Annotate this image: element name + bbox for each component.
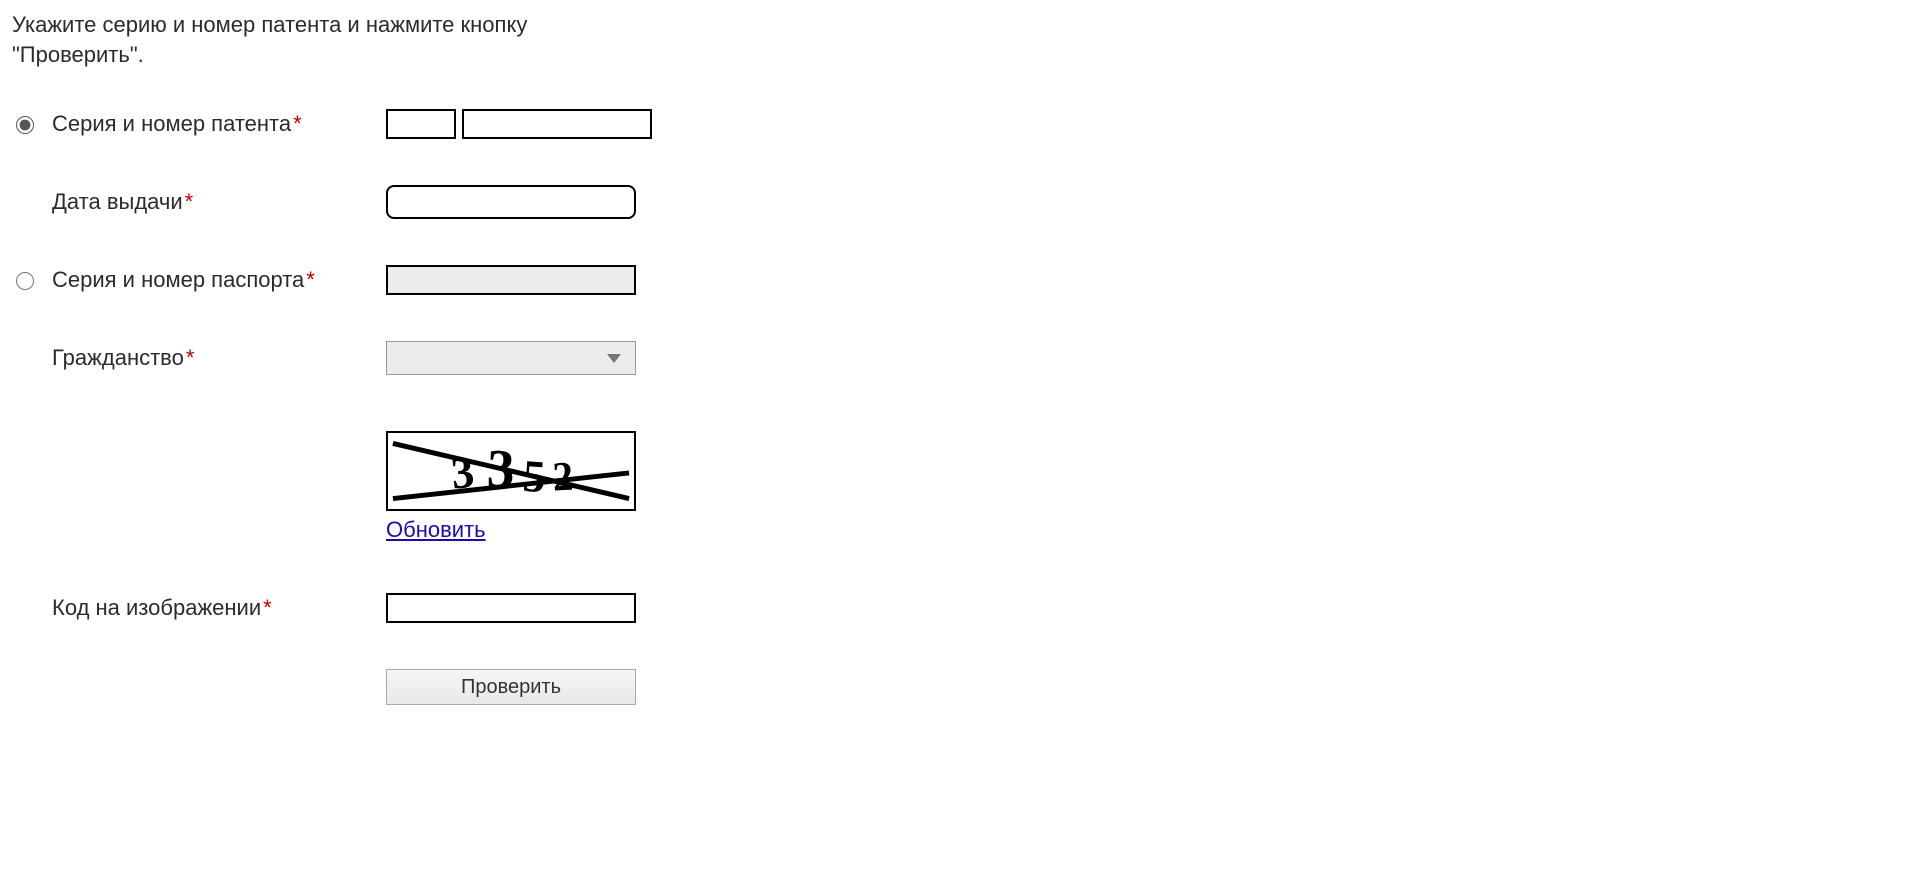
label-passport: Серия и номер паспорта* — [52, 267, 386, 293]
captcha-refresh-link[interactable]: Обновить — [386, 517, 486, 543]
row-captcha-input: Код на изображении* — [16, 593, 1908, 623]
captcha-image: 3 3 5 2 — [386, 431, 636, 511]
radio-patent[interactable] — [16, 116, 34, 134]
label-passport-text: Серия и номер паспорта — [52, 267, 304, 292]
row-submit: Проверить — [16, 669, 1908, 705]
input-issue-date[interactable] — [386, 185, 636, 219]
label-patent-text: Серия и номер патента — [52, 111, 291, 136]
label-patent: Серия и номер патента* — [52, 111, 386, 137]
label-citizenship-text: Гражданство — [52, 345, 184, 370]
input-patent-number[interactable] — [462, 109, 652, 139]
row-captcha-image: 3 3 5 2 Обновить — [16, 421, 1908, 573]
row-patent: Серия и номер патента* — [16, 109, 1908, 139]
svg-text:5: 5 — [521, 451, 547, 502]
chevron-down-icon — [607, 354, 621, 363]
row-issue-date: Дата выдачи* — [16, 185, 1908, 219]
select-citizenship[interactable] — [386, 341, 636, 375]
patent-check-form: Серия и номер патента* Дата выдачи* Сери… — [12, 109, 1908, 705]
required-mark: * — [293, 111, 302, 136]
label-issue-date: Дата выдачи* — [52, 189, 386, 215]
label-issue-date-text: Дата выдачи — [52, 189, 183, 214]
required-mark: * — [186, 345, 195, 370]
label-captcha-text: Код на изображении — [52, 595, 261, 620]
row-citizenship: Гражданство* — [16, 341, 1908, 375]
required-mark: * — [263, 595, 272, 620]
required-mark: * — [185, 189, 194, 214]
radio-passport[interactable] — [16, 272, 34, 290]
svg-text:3: 3 — [449, 447, 477, 499]
svg-text:2: 2 — [551, 453, 574, 500]
label-citizenship: Гражданство* — [52, 345, 386, 371]
input-captcha-code[interactable] — [386, 593, 636, 623]
instructions-text: Укажите серию и номер патента и нажмите … — [12, 10, 572, 69]
label-captcha: Код на изображении* — [52, 595, 386, 621]
svg-text:3: 3 — [486, 438, 516, 500]
input-patent-series[interactable] — [386, 109, 456, 139]
row-passport: Серия и номер паспорта* — [16, 265, 1908, 295]
required-mark: * — [306, 267, 315, 292]
input-passport[interactable] — [386, 265, 636, 295]
submit-button[interactable]: Проверить — [386, 669, 636, 705]
